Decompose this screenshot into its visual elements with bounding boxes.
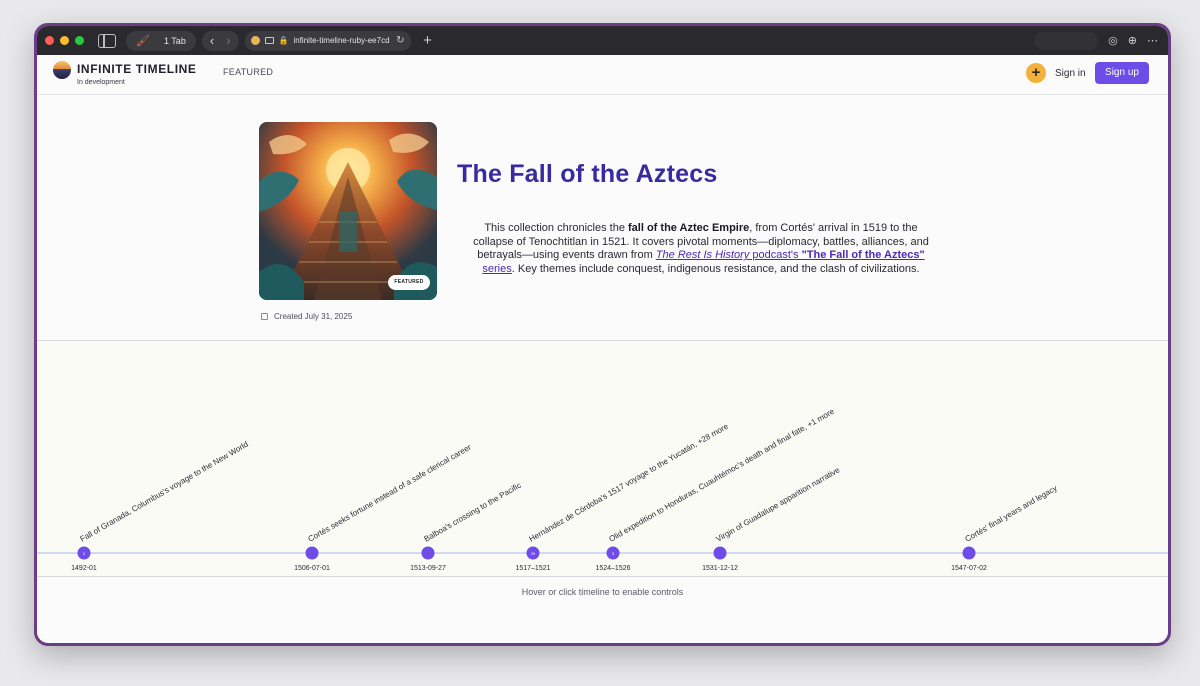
lock-icon: 🔒 [278,36,289,45]
plus-icon[interactable]: + [1026,63,1046,83]
back-icon[interactable]: ‹ [210,34,214,47]
reload-icon[interactable]: ↻ [396,35,404,46]
created-date-text: Created July 31, 2025 [274,312,353,321]
desc-text-3: . Key themes include conquest, indigenou… [511,262,920,275]
timeline-event-date: 1547-07-02 [951,565,987,572]
timeline-event-date: 1506-07-01 [294,565,330,572]
timeline-event-date: 1517–1521 [515,565,550,572]
timeline-event-label[interactable]: Fall of Granada, Columbus's voyage to th… [79,440,250,544]
close-window-button[interactable] [45,36,54,45]
timeline-event-marker[interactable] [962,546,976,560]
collection-cover-image: FEATURED [259,122,437,300]
timeline-event-date: 1531-12-12 [702,565,738,572]
timeline-event[interactable]: 1513-09-27 Balboa's crossing to the Pacif… [410,481,523,572]
privacy-icon[interactable]: ◎ [1108,34,1118,47]
series-link-suffix[interactable]: series [482,263,511,275]
podcast-link[interactable]: The Rest Is History podcast's [656,249,802,261]
navigation-buttons: ‹ › [201,30,239,51]
podcast-link-title[interactable]: The Rest Is History [656,249,750,261]
browser-toolbar: 🖌 1 Tab ‹ › 🔒 infinite-timeline-ruby-ee7… [37,26,1168,55]
forward-icon[interactable]: › [226,34,230,47]
podcast-link-suffix[interactable]: podcast's [749,249,801,261]
timeline-event-count: 29 [531,551,536,556]
page-title: The Fall of the Aztecs [457,160,718,188]
featured-badge: FEATURED [388,275,430,290]
tab-group[interactable]: 🖌 1 Tab [126,30,196,51]
new-tab-icon[interactable]: + [419,32,437,50]
calendar-icon [261,313,268,320]
paintbrush-icon: 🖌 [136,35,150,47]
sign-up-button[interactable]: Sign up [1095,62,1149,84]
timeline-event-label[interactable]: Balboa's crossing to the Pacific [423,481,523,544]
more-icon[interactable]: ⋯ [1147,34,1158,47]
brand-title[interactable]: INFINITE TIMELINE [77,62,197,76]
timeline-event-date: 1513-09-27 [410,565,446,572]
browser-window: 🖌 1 Tab ‹ › 🔒 infinite-timeline-ruby-ee7… [34,23,1171,646]
created-date: Created July 31, 2025 [261,312,352,321]
app-header: INFINITE TIMELINE In development FEATURE… [37,55,1168,95]
window-controls [45,36,84,45]
collection-description: This collection chronicles the fall of t… [471,222,931,276]
timeline-event-date: 1524–1526 [595,565,630,572]
timeline-event-marker[interactable] [305,546,319,560]
sidebar-toggle-icon[interactable] [98,33,116,48]
url-text[interactable]: infinite-timeline-ruby-ee7cd [293,36,391,45]
nav-featured-link[interactable]: FEATURED [223,67,273,77]
timeline-chart[interactable]: 21492-01Fall of Granada, Columbus's voya… [37,341,1168,577]
extension-area[interactable] [1034,31,1099,50]
address-bar[interactable]: 🔒 infinite-timeline-ruby-ee7cd ↻ [244,30,411,51]
desc-text-1: This collection chronicles the [484,222,629,234]
timeline-event[interactable]: 1547-07-02 Cortés' final years and legacy [951,484,1059,572]
timeline-event[interactable]: 1531-12-12 Virgin of Guadalupe apparition… [702,465,842,572]
site-favicon-icon [250,36,260,45]
timeline-event-marker[interactable] [713,546,727,560]
timeline-event-label[interactable]: Virgin of Guadalupe apparition narrative [715,465,842,544]
desc-bold-empire: fall of the Aztec Empire [628,222,750,234]
maximize-window-button[interactable] [75,36,84,45]
minimize-window-button[interactable] [60,36,69,45]
timeline-event[interactable]: 291517–1521Hernández de Córdoba's 1517 v… [515,421,730,572]
site-settings-icon[interactable] [264,37,274,44]
aztec-temple-illustration [259,122,437,300]
download-icon[interactable]: ⊕ [1128,34,1137,47]
timeline-divider [37,576,1168,577]
browser-right-controls: ◎ ⊕ ⋯ [1034,31,1158,50]
series-link[interactable]: "The Fall of the Aztecs" [802,249,925,261]
timeline-event[interactable]: 21492-01Fall of Granada, Columbus's voya… [71,440,250,572]
timeline-event-label[interactable]: Cortés' final years and legacy [964,484,1059,544]
timeline-event-date: 1492-01 [71,565,97,572]
logo-icon[interactable] [53,61,71,79]
timeline-hint: Hover or click timeline to enable contro… [521,587,684,597]
sign-in-link[interactable]: Sign in [1055,68,1086,79]
tab-count: 1 Tab [163,35,186,46]
brand-subtitle: In development [77,79,125,86]
timeline-event-marker[interactable] [421,546,435,560]
